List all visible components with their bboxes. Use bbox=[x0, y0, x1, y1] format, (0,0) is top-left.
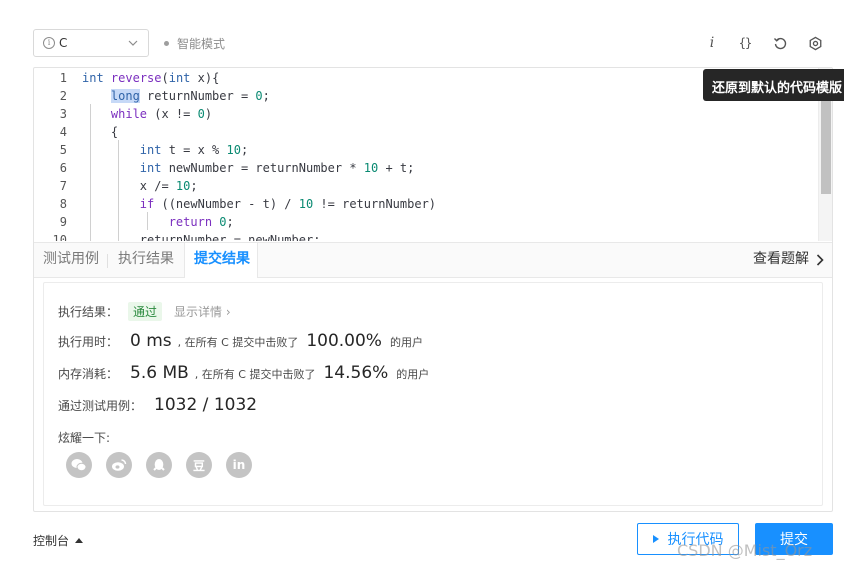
line-number: 10 bbox=[52, 233, 67, 241]
line-number: 6 bbox=[59, 161, 67, 175]
code-line: 4 { bbox=[34, 123, 814, 141]
qq-icon[interactable] bbox=[146, 452, 172, 478]
line-number: 7 bbox=[59, 179, 67, 193]
code-text: while (x != 0) bbox=[110, 107, 213, 121]
format-code-icon[interactable]: {} bbox=[736, 34, 754, 52]
memory-note: , 在所有 C 提交中击败了 bbox=[194, 368, 316, 381]
line-number: 4 bbox=[59, 125, 67, 139]
indent-guide bbox=[147, 212, 148, 230]
share-row: 炫耀一下: bbox=[58, 429, 110, 446]
language-value: C bbox=[59, 36, 68, 50]
code-line: 2 long returnNumber = 0; bbox=[34, 87, 814, 105]
submission-result-card: 执行结果： 通过 显示详情 › 执行用时： 0 ms , 在所有 C 提交中击败… bbox=[43, 282, 823, 506]
status-label: 执行结果： bbox=[58, 305, 119, 319]
line-number: 8 bbox=[59, 197, 67, 211]
line-number: 5 bbox=[59, 143, 67, 157]
memory-row: 内存消耗： 5.6 MB , 在所有 C 提交中击败了 14.56% 的用户 bbox=[58, 363, 429, 383]
memory-percentile: 14.56% bbox=[323, 363, 389, 383]
linkedin-icon[interactable]: in bbox=[226, 452, 252, 478]
indent-guide bbox=[118, 140, 119, 241]
reset-tooltip: 还原到默认的代码模版 bbox=[703, 69, 844, 101]
memory-label: 内存消耗： bbox=[58, 367, 119, 381]
code-line: 5 int t = x % 10; bbox=[34, 141, 814, 159]
code-line: 8 if ((newNumber - t) / 10 != returnNumb… bbox=[34, 195, 814, 213]
tab-divider bbox=[107, 254, 108, 268]
console-toggle[interactable]: 控制台 bbox=[33, 532, 84, 549]
show-details-link[interactable]: 显示详情 › bbox=[174, 303, 231, 320]
code-line: 10 returnNumber = newNumber; bbox=[34, 231, 814, 241]
code-text: int newNumber = returnNumber * 10 + t; bbox=[139, 161, 415, 175]
code-line: 6 int newNumber = returnNumber * 10 + t; bbox=[34, 159, 814, 177]
weibo-icon[interactable] bbox=[106, 452, 132, 478]
share-label: 炫耀一下: bbox=[58, 431, 111, 445]
code-line: 3 while (x != 0) bbox=[34, 105, 814, 123]
douban-icon[interactable]: 豆 bbox=[186, 452, 212, 478]
watermark-text: CSDN @Mist_Orz bbox=[677, 541, 813, 560]
line-number: 9 bbox=[59, 215, 67, 229]
settings-gear-icon[interactable] bbox=[806, 34, 824, 52]
mode-dot-icon bbox=[164, 41, 169, 46]
runtime-percentile: 100.00% bbox=[306, 331, 382, 351]
tab-testcase[interactable]: 测试用例 bbox=[43, 243, 99, 277]
runtime-label: 执行用时： bbox=[58, 335, 119, 349]
code-text: return 0; bbox=[168, 215, 234, 229]
code-text: if ((newNumber - t) / 10 != returnNumber… bbox=[139, 197, 437, 211]
info-circle-icon: i bbox=[43, 37, 55, 49]
result-tabs: 测试用例 执行结果 提交结果 查看题解 bbox=[34, 242, 832, 278]
code-line: 1 int reverse(int x){ bbox=[34, 69, 814, 87]
tests-value: 1032 / 1032 bbox=[154, 395, 258, 415]
code-text: int t = x % 10; bbox=[139, 143, 249, 157]
view-solution-label: 查看题解 bbox=[753, 251, 809, 267]
chevron-down-icon bbox=[128, 40, 138, 46]
line-number: 2 bbox=[59, 89, 67, 103]
code-text: long returnNumber = 0; bbox=[110, 89, 270, 103]
runtime-note: , 在所有 C 提交中击败了 bbox=[177, 336, 299, 349]
memory-value: 5.6 MB bbox=[130, 363, 189, 383]
status-badge: 通过 bbox=[128, 302, 163, 321]
view-solution-link[interactable]: 查看题解 bbox=[753, 243, 824, 276]
tab-run-result[interactable]: 执行结果 bbox=[118, 243, 174, 277]
chevron-right-icon bbox=[816, 253, 824, 266]
line-number: 3 bbox=[59, 107, 67, 121]
caret-up-icon bbox=[75, 538, 84, 543]
tests-label: 通过测试用例： bbox=[58, 399, 143, 413]
runtime-value: 0 ms bbox=[130, 331, 172, 351]
mode-label: 智能模式 bbox=[177, 37, 226, 51]
play-icon bbox=[652, 535, 659, 543]
line-number: 1 bbox=[59, 71, 67, 85]
runtime-suffix: 的用户 bbox=[389, 336, 423, 349]
code-line: 9 return 0; bbox=[34, 213, 814, 231]
tab-submit-result[interactable]: 提交结果 bbox=[184, 243, 258, 278]
code-text: int reverse(int x){ bbox=[82, 71, 220, 85]
code-line: 7 x /= 10; bbox=[34, 177, 814, 195]
wechat-icon[interactable] bbox=[66, 452, 92, 478]
app-root: i C 智能模式 i {} 还原到默认的代码模版 1 int reverse(in… bbox=[0, 0, 844, 572]
smart-mode-toggle[interactable]: 智能模式 bbox=[164, 35, 225, 52]
share-icons: 豆 in bbox=[66, 452, 266, 478]
indent-guide bbox=[90, 104, 91, 241]
status-row: 执行结果： 通过 显示详情 › bbox=[58, 302, 231, 321]
code-text: x /= 10; bbox=[82, 179, 198, 193]
code-text: { bbox=[82, 125, 119, 139]
runtime-row: 执行用时： 0 ms , 在所有 C 提交中击败了 100.00% 的用户 bbox=[58, 331, 423, 351]
console-label: 控制台 bbox=[33, 534, 70, 548]
language-select[interactable]: i C bbox=[33, 29, 149, 57]
editor-result-panel: 1 int reverse(int x){ 2 long returnNumber … bbox=[33, 67, 833, 512]
tests-row: 通过测试用例： 1032 / 1032 bbox=[58, 395, 257, 415]
info-icon[interactable]: i bbox=[703, 34, 721, 52]
memory-suffix: 的用户 bbox=[396, 368, 430, 381]
reset-code-icon[interactable] bbox=[771, 34, 789, 52]
